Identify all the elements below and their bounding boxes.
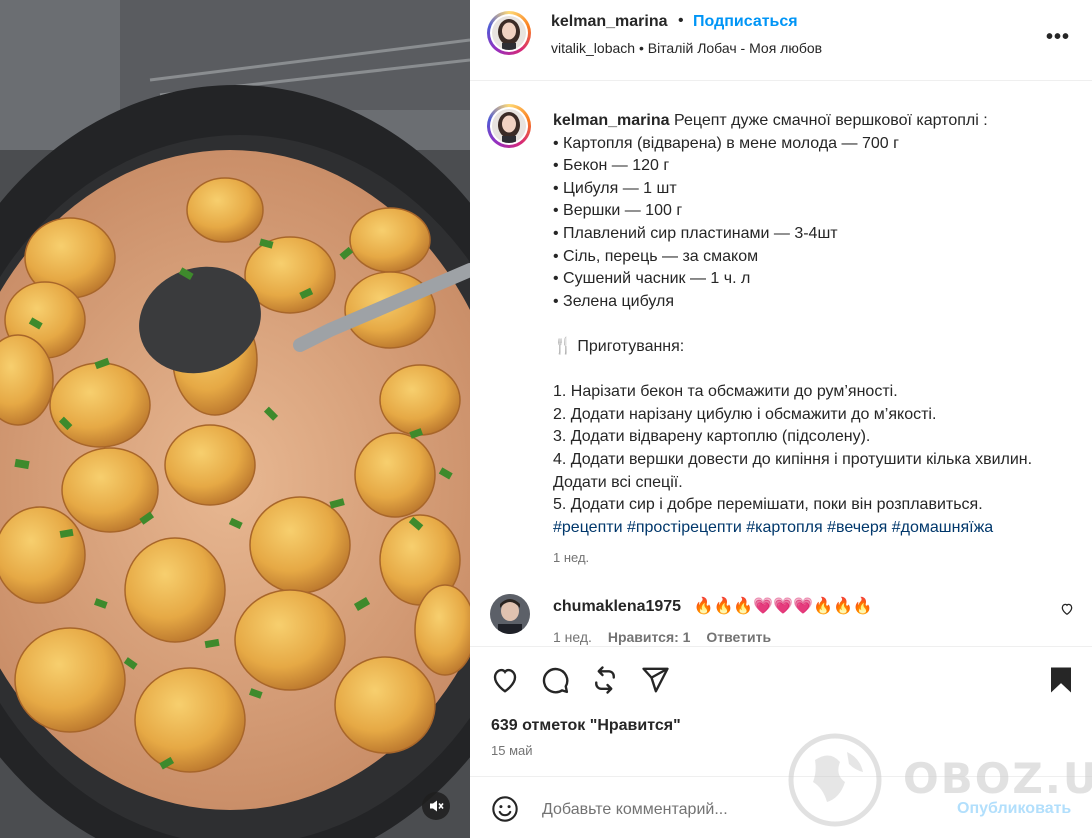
caption-line: 2. Додати нарізану цибулю і обсмажити до…: [553, 405, 937, 423]
avatar-photo: [492, 109, 526, 143]
caption-line: • Цибуля — 1 шт: [553, 179, 677, 197]
comment-text-block: chumaklena1975 🔥🔥🔥💗💗💗🔥🔥🔥: [553, 596, 873, 616]
caption-line: • Плавлений сир пластинами — 3-4шт: [553, 224, 838, 242]
avatar-photo: [492, 16, 526, 50]
commenter-avatar[interactable]: [490, 594, 530, 634]
caption-line: • Зелена цибуля: [553, 292, 675, 310]
caption-avatar[interactable]: [487, 104, 531, 148]
caption-text: Рецепт дуже смачної вершкової картоплі :: [673, 112, 988, 129]
caption-line: kelman_marina Рецепт дуже смачної вершко…: [553, 110, 1083, 133]
share-button[interactable]: [590, 665, 620, 695]
caption-line: • Картопля (відварена) в мене молода — 7…: [553, 134, 899, 152]
comment-input[interactable]: [540, 795, 904, 825]
add-comment-bar: Опубликовать: [470, 776, 1092, 839]
food-photo: [0, 0, 470, 838]
caption-timestamp[interactable]: 1 нед.: [553, 547, 1083, 570]
caption-line: • Бекон — 120 г: [553, 157, 670, 175]
caption-line: 4. Додати вершки довести до кипіння і пр…: [553, 450, 1033, 468]
caption-line: [553, 313, 1083, 336]
post-actions: 639 отметок "Нравится" 15 май: [470, 646, 1092, 777]
likes-count[interactable]: 639 отметок "Нравится": [491, 717, 681, 735]
heart-icon: [1061, 603, 1073, 616]
comment-like-button[interactable]: [1060, 602, 1074, 621]
author-avatar[interactable]: [487, 11, 531, 55]
comment-meta: 1 нед. Нравится: 1 Ответить: [553, 629, 783, 645]
mute-button[interactable]: [422, 792, 450, 820]
more-options-button[interactable]: •••: [1046, 26, 1070, 49]
post-media[interactable]: [0, 0, 470, 838]
save-button[interactable]: [1046, 665, 1076, 695]
caption-line: • Сіль, перець — за смаком: [553, 247, 759, 265]
comment-text: 🔥🔥🔥💗💗💗🔥🔥🔥: [693, 598, 873, 615]
caption-username[interactable]: kelman_marina: [553, 112, 670, 129]
caption-hashtags[interactable]: #рецепти #простірецепти #картопля #вечер…: [553, 517, 1083, 540]
post-date[interactable]: 15 май: [491, 743, 533, 758]
emoji-icon: [492, 796, 518, 822]
post-details: kelman_marina • Подписаться vitalik_loba…: [470, 0, 1092, 838]
like-button[interactable]: [490, 665, 520, 695]
caption-line: 1. Нарізати бекон та обсмажити до рум’ян…: [553, 383, 898, 401]
post-comment-button[interactable]: Опубликовать: [957, 800, 1071, 818]
comment-timestamp[interactable]: 1 нед.: [553, 629, 592, 645]
bookmark-icon: [1051, 667, 1071, 693]
follow-button[interactable]: Подписаться: [693, 13, 798, 31]
emoji-button[interactable]: [491, 795, 519, 823]
caption-line: [553, 359, 1083, 382]
audio-track-link[interactable]: vitalik_lobach • Віталій Лобач - Моя люб…: [551, 40, 822, 56]
caption-line: • Сушений часник — 1 ч. л: [553, 270, 751, 288]
caption-line: Додати всі спеції.: [553, 473, 683, 491]
caption-line: 5. Додати сир і добре перемішати, поки в…: [553, 496, 983, 514]
heart-icon: [493, 668, 517, 693]
post-header: kelman_marina • Подписаться vitalik_loba…: [470, 0, 1092, 81]
share-icon: [595, 666, 615, 694]
post-caption: kelman_marina Рецепт дуже смачної вершко…: [553, 110, 1083, 570]
send-icon: [642, 667, 669, 693]
caption-line: 🍴 Приготування:: [553, 337, 685, 355]
avatar-photo: [490, 594, 530, 634]
more-icon: •••: [1045, 26, 1070, 48]
comment-icon: [542, 667, 569, 694]
separator-dot: •: [678, 12, 684, 29]
caption-line: • Вершки — 100 г: [553, 202, 683, 220]
comment-button[interactable]: [540, 665, 570, 695]
caption-line: 3. Додати відварену картоплю (підсолену)…: [553, 428, 871, 446]
author-username[interactable]: kelman_marina: [551, 13, 668, 31]
send-button[interactable]: [640, 665, 670, 695]
commenter-username[interactable]: chumaklena1975: [553, 598, 681, 615]
reply-button[interactable]: Ответить: [706, 629, 771, 645]
comment-likes[interactable]: Нравится: 1: [608, 629, 691, 645]
mute-icon: [430, 800, 444, 812]
